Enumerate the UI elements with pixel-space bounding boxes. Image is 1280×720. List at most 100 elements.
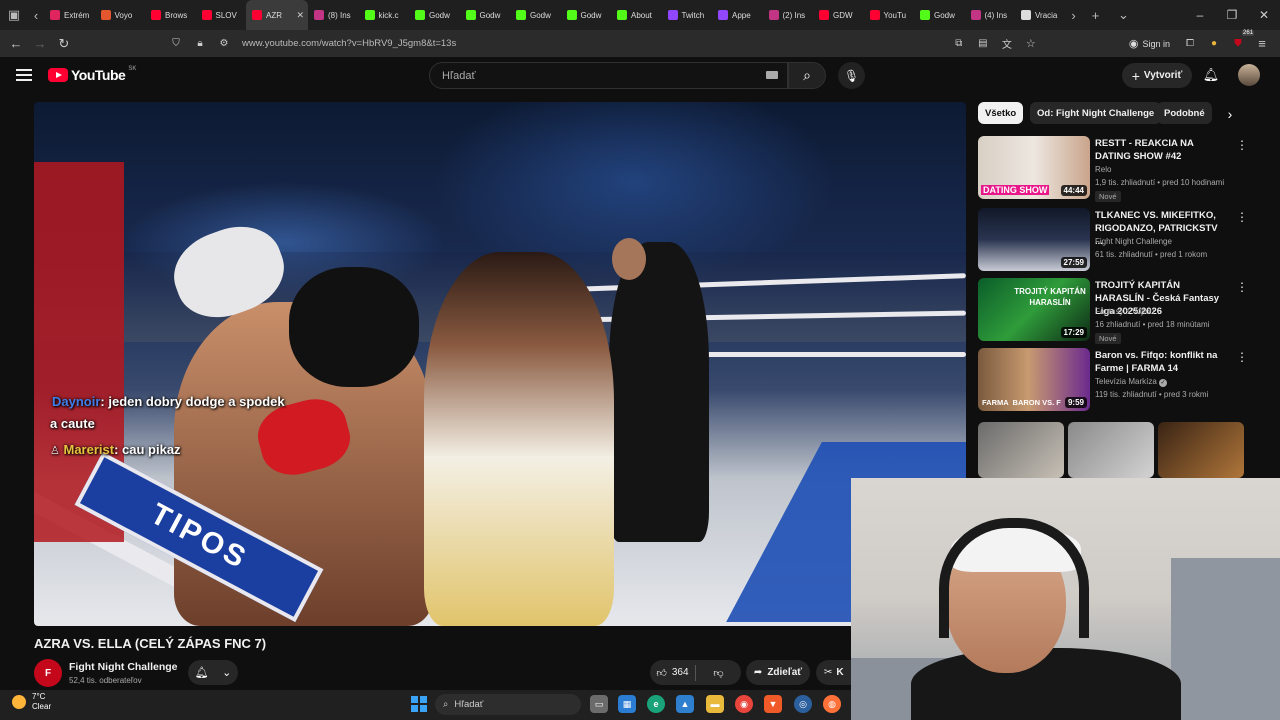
- channel-avatar[interactable]: F: [34, 659, 62, 687]
- video-thumbnail[interactable]: FARMA BARON VS. F 9:59: [978, 348, 1090, 411]
- browser-tab[interactable]: Brows: [145, 0, 196, 30]
- firefox-icon[interactable]: ◍: [823, 695, 841, 713]
- shorts-thumbnail[interactable]: [1068, 422, 1154, 478]
- windows-start-icon[interactable]: [411, 696, 427, 712]
- shorts-thumbnail[interactable]: [1158, 422, 1244, 478]
- photos-icon[interactable]: ▲: [676, 695, 694, 713]
- browser-tab[interactable]: Appe: [712, 0, 763, 30]
- taskbar-search-input[interactable]: ⌕ Hľadať: [435, 694, 581, 715]
- more-options-icon[interactable]: ⋮: [1236, 280, 1248, 294]
- video-thumbnail[interactable]: DATING SHOW 44:44: [978, 136, 1090, 199]
- task-view-icon[interactable]: ▭: [590, 695, 608, 713]
- forward-icon[interactable]: →: [28, 32, 52, 56]
- chip-from-channel[interactable]: Od: Fight Night Challenge: [1030, 102, 1162, 124]
- subscription-bell-button[interactable]: 🔔︎ ⌄: [188, 660, 238, 685]
- chrome-icon[interactable]: ◉: [735, 695, 753, 713]
- extensions-icon[interactable]: ⧠: [1178, 32, 1202, 56]
- more-options-icon[interactable]: ⋮: [1236, 138, 1248, 152]
- recommendation-item[interactable]: TROJITÝ KAPITÁN HARASLÍN 17:29 TROJITÝ K…: [978, 278, 1248, 344]
- browser-tab-bar: ▣ ‹ Extrém Voyo Brows SLOV AZR ✕ (8) Ins kick.c…: [0, 0, 1280, 30]
- chip-all[interactable]: Všetko: [978, 102, 1024, 124]
- tab-list-chevron-icon[interactable]: ⌄: [1110, 0, 1138, 30]
- channel-name[interactable]: Relo: [1095, 165, 1225, 174]
- browser-tab[interactable]: SLOV: [196, 0, 247, 30]
- voice-search-button[interactable]: 🎙︎: [838, 62, 865, 89]
- video-thumbnail[interactable]: 27:59: [978, 208, 1090, 271]
- close-tab-icon[interactable]: ✕: [296, 10, 304, 21]
- lock-icon[interactable]: 🔒︎: [188, 32, 212, 56]
- browser-tab[interactable]: YouTu: [864, 0, 915, 30]
- recommendation-item[interactable]: FARMA BARON VS. F 9:59 Baron vs. Fifqo: …: [978, 348, 1248, 412]
- search-button[interactable]: ⌕: [788, 62, 826, 89]
- channel-name[interactable]: Fantasy s Vojtou: [1095, 307, 1225, 316]
- reload-icon[interactable]: ↻: [52, 32, 76, 56]
- browser-tab[interactable]: About: [611, 0, 662, 30]
- close-window-icon[interactable]: ✕: [1248, 8, 1280, 22]
- steam-icon[interactable]: ◎: [794, 695, 812, 713]
- youtube-logo[interactable]: YouTube SK: [48, 66, 136, 83]
- browser-tab[interactable]: Godw: [460, 0, 511, 30]
- bookmark-star-icon[interactable]: ☆: [1019, 32, 1043, 56]
- recommendation-item[interactable]: DATING SHOW 44:44 RESTT - REAKCIA NA DAT…: [978, 136, 1248, 202]
- clip-button[interactable]: ✂ K: [816, 660, 856, 685]
- dislike-button[interactable]: 👎︎: [696, 660, 741, 685]
- file-explorer-icon[interactable]: ▬: [706, 695, 724, 713]
- create-button[interactable]: + Vytvoriť: [1122, 63, 1192, 88]
- chip-related[interactable]: Podobné: [1157, 102, 1212, 124]
- plus-icon: +: [1131, 67, 1140, 84]
- channel-name[interactable]: Fight Night Challenge: [1095, 237, 1225, 246]
- video-player[interactable]: TIPOS Daynoir: jeden dobry dodge a spode…: [34, 102, 966, 626]
- new-tab-icon[interactable]: +: [1082, 0, 1110, 30]
- url-field[interactable]: www.youtube.com/watch?v=HbRV9_J5gm8&t=13…: [242, 38, 456, 49]
- chrome-extension-icon[interactable]: ●: [1202, 32, 1226, 56]
- more-options-icon[interactable]: ⋮: [1236, 210, 1248, 224]
- browser-tab[interactable]: Godw: [510, 0, 561, 30]
- browser-tab[interactable]: Twitch: [662, 0, 713, 30]
- channel-name[interactable]: Televízia Markíza ✓: [1095, 377, 1225, 387]
- sign-in-button[interactable]: ◉ Sign in: [1129, 37, 1170, 50]
- ublock-icon[interactable]: ⛊ 261: [1226, 29, 1254, 56]
- browser-tab[interactable]: (4) Ins: [965, 0, 1016, 30]
- brave-icon[interactable]: ▼: [764, 695, 782, 713]
- weather-widget[interactable]: 7°C Clear: [12, 692, 51, 712]
- store-icon[interactable]: ▦: [618, 695, 636, 713]
- browser-tab[interactable]: Vracia: [1015, 0, 1066, 30]
- browser-tab[interactable]: Extrém: [44, 0, 95, 30]
- recommendation-item[interactable]: 27:59 TLKANEC VS. MIKEFITKO, RIGODANZO, …: [978, 208, 1248, 272]
- browser-tab[interactable]: Voyo: [95, 0, 146, 30]
- permissions-icon[interactable]: ⚙: [212, 32, 236, 56]
- translate-icon[interactable]: 文: [995, 32, 1019, 56]
- browser-tab[interactable]: kick.c: [359, 0, 410, 30]
- hamburger-menu-icon[interactable]: [16, 69, 32, 81]
- share-button[interactable]: ➦ Zdieľať: [746, 660, 810, 685]
- reader-view-icon[interactable]: ▤: [971, 32, 995, 56]
- browser-tab[interactable]: Godw: [914, 0, 965, 30]
- video-thumbnail[interactable]: TROJITÝ KAPITÁN HARASLÍN 17:29: [978, 278, 1090, 341]
- browser-tab[interactable]: Godw: [409, 0, 460, 30]
- chips-next-icon[interactable]: ›: [1222, 106, 1238, 122]
- video-title[interactable]: Baron vs. Fifqo: konflikt na Farme | FAR…: [1095, 349, 1223, 375]
- back-icon[interactable]: ←: [4, 32, 28, 56]
- shield-icon[interactable]: ⛉: [164, 32, 188, 56]
- browser-tab[interactable]: (2) Ins: [763, 0, 814, 30]
- tab-scroll-left-icon[interactable]: ‹: [28, 0, 44, 30]
- tab-overview-icon[interactable]: ▣: [0, 0, 28, 30]
- edge-icon[interactable]: e: [647, 695, 665, 713]
- browser-tab[interactable]: (8) Ins: [308, 0, 359, 30]
- browser-tab[interactable]: Godw: [561, 0, 612, 30]
- video-title[interactable]: RESTT - REAKCIA NA DATING SHOW #42: [1095, 137, 1223, 163]
- more-options-icon[interactable]: ⋮: [1236, 350, 1248, 364]
- search-input[interactable]: Hľadať: [429, 62, 788, 89]
- channel-name-link[interactable]: Fight Night Challenge: [69, 661, 178, 673]
- browser-tab[interactable]: AZR ✕: [246, 0, 308, 30]
- maximize-icon[interactable]: ❐: [1216, 8, 1248, 22]
- minimize-icon[interactable]: –: [1184, 8, 1216, 22]
- keyboard-icon[interactable]: [766, 71, 778, 79]
- shorts-thumbnail[interactable]: [978, 422, 1064, 478]
- browser-tab[interactable]: GDW: [813, 0, 864, 30]
- picture-in-picture-icon[interactable]: ⧉: [947, 32, 971, 56]
- tab-scroll-right-icon[interactable]: ›: [1066, 0, 1082, 30]
- user-avatar[interactable]: [1238, 64, 1260, 86]
- like-button[interactable]: 👍︎ 364: [650, 660, 695, 685]
- notifications-button[interactable]: 🔔︎: [1200, 64, 1222, 86]
